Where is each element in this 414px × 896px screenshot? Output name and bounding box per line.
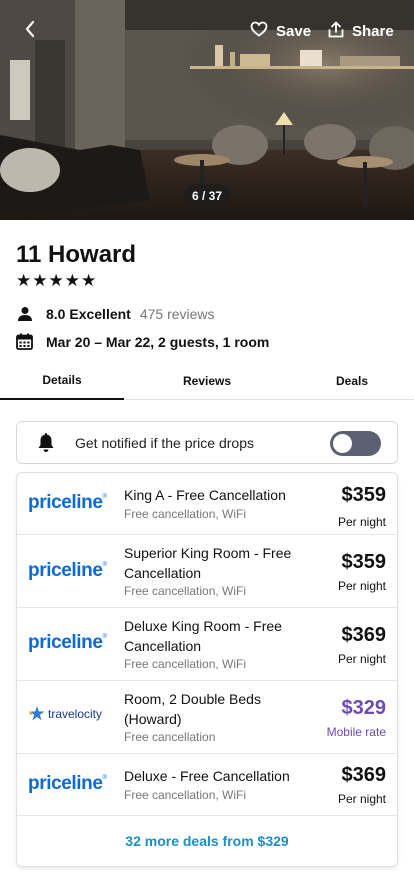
star-icon: ★ [81, 271, 97, 290]
deal-row[interactable]: priceline ® Deluxe - Free Cancellation Fr… [17, 754, 397, 816]
provider-logo-text: priceline [28, 492, 103, 513]
deals-list: priceline ® King A - Free Cancellation Fr… [16, 472, 398, 867]
provider-logo-text: travelocity [48, 707, 103, 721]
room-name: King A - Free Cancellation [124, 487, 286, 503]
tab-details[interactable]: Details [0, 362, 124, 400]
room-amenities: Free cancellation, WiFi [124, 507, 247, 521]
star-rating: ★ ★ ★ ★ ★ [16, 272, 96, 290]
hero-gallery[interactable]: Save Share 6 / 37 [0, 0, 414, 220]
room-name: Deluxe - Free Cancellation [124, 768, 290, 784]
save-label: Save [276, 22, 312, 40]
more-deals-link[interactable]: 32 more deals from $329 [17, 816, 397, 866]
stay-dates-guests: Mar 20 – Mar 22, 2 guests, 1 room [46, 334, 270, 350]
detail-tabs: Details Reviews Deals [0, 362, 414, 400]
room-name: Deluxe King Room - Free Cancellation [124, 618, 282, 654]
star-icon: ★ [32, 271, 48, 290]
room-amenities: Free cancellation [124, 730, 216, 744]
provider-logo-text: priceline [28, 773, 103, 794]
person-icon [16, 305, 34, 323]
priceline-logo: priceline ® [28, 560, 107, 581]
price-note: Per night [337, 792, 386, 806]
deal-row[interactable]: priceline ® Superior King Room - Free Can… [17, 535, 397, 608]
travelocity-star-icon [29, 706, 45, 721]
room-name: Superior King Room - Free Cancellation [124, 545, 292, 581]
back-button[interactable] [24, 20, 44, 42]
star-icon: ★ [16, 271, 32, 290]
chevron-left-icon [24, 20, 44, 42]
tab-reviews[interactable]: Reviews [145, 362, 269, 400]
share-icon [328, 21, 352, 42]
price-alert-card: Get notified if the price drops [16, 421, 398, 464]
room-amenities: Free cancellation, WiFi [124, 584, 247, 598]
room-amenities: Free cancellation, WiFi [124, 657, 247, 671]
price-alert-text: Get notified if the price drops [75, 434, 254, 451]
review-count[interactable]: 475 reviews [140, 306, 215, 322]
price-note: Per night [337, 579, 386, 593]
stay-details-row[interactable]: Mar 20 – Mar 22, 2 guests, 1 room [16, 332, 269, 352]
heart-icon [250, 21, 276, 41]
share-button[interactable]: Share [328, 20, 394, 42]
hotel-name: 11 Howard [16, 241, 137, 268]
share-label: Share [352, 22, 394, 40]
deal-price: $369 [341, 624, 387, 646]
deal-price: $359 [341, 551, 387, 573]
tab-deals[interactable]: Deals [312, 362, 392, 400]
price-note: Per night [337, 652, 386, 666]
mobile-rate-note: Mobile rate [326, 725, 386, 739]
provider-logo-text: priceline [28, 632, 103, 653]
provider-logo-text: priceline [28, 560, 103, 581]
bell-icon [37, 432, 55, 453]
room-amenities: Free cancellation, WiFi [124, 788, 247, 802]
price-note: Per night [337, 515, 386, 529]
photo-counter: 6 / 37 [184, 184, 230, 208]
deal-price: $369 [341, 764, 387, 786]
deal-price: $329 [341, 697, 387, 719]
deal-row[interactable]: priceline ® King A - Free Cancellation Fr… [17, 473, 397, 535]
priceline-logo: priceline ® [28, 773, 107, 794]
calendar-icon [16, 333, 34, 351]
travelocity-logo: travelocity [28, 705, 102, 723]
deal-row[interactable]: travelocity Room, 2 Double Beds (Howard)… [17, 681, 397, 754]
deal-price: $359 [341, 484, 387, 506]
save-button[interactable]: Save [250, 20, 311, 42]
rating-score: 8.0 Excellent [46, 306, 131, 322]
guest-rating-row[interactable]: 8.0 Excellent 475 reviews [16, 304, 215, 324]
toggle-knob [333, 434, 352, 453]
room-name: Room, 2 Double Beds (Howard) [124, 691, 261, 727]
star-icon: ★ [64, 271, 80, 290]
deal-row[interactable]: priceline ® Deluxe King Room - Free Cance… [17, 608, 397, 681]
priceline-logo: priceline ® [28, 632, 107, 653]
price-alert-toggle[interactable] [330, 431, 381, 456]
star-icon: ★ [48, 271, 64, 290]
priceline-logo: priceline ® [28, 492, 107, 513]
